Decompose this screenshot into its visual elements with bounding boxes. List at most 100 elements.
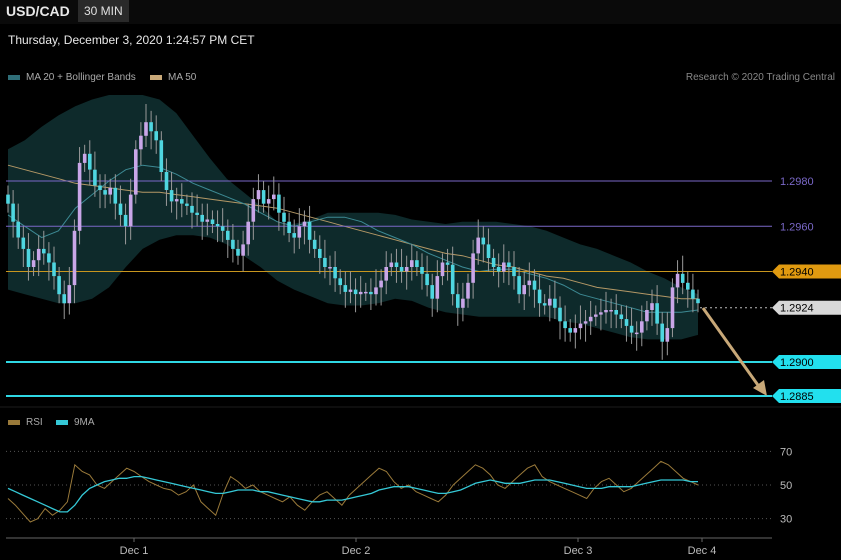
- candle: [486, 244, 491, 258]
- candle: [164, 171, 169, 190]
- candle: [195, 212, 199, 215]
- candle: [542, 303, 547, 306]
- candle: [77, 162, 82, 231]
- candle: [471, 253, 475, 283]
- x-tick-label: Dec 4: [688, 545, 717, 557]
- candle: [629, 325, 634, 333]
- candle: [307, 221, 312, 240]
- candle: [619, 314, 624, 319]
- rsi-series-rsi: [7, 460, 699, 523]
- candle: [522, 285, 526, 295]
- candle: [256, 190, 261, 200]
- candle: [297, 226, 302, 238]
- candle: [26, 248, 31, 267]
- candle: [52, 262, 56, 277]
- candle: [384, 267, 388, 281]
- candle: [236, 248, 240, 256]
- candle: [461, 298, 465, 308]
- rsi-tick-label: 50: [780, 480, 792, 492]
- candle: [394, 262, 399, 267]
- candle: [696, 298, 700, 304]
- candle: [496, 267, 501, 272]
- candle: [502, 262, 506, 272]
- candle: [665, 328, 670, 342]
- candle: [614, 310, 618, 315]
- candle: [261, 190, 266, 204]
- candle: [686, 282, 690, 290]
- candle: [476, 237, 480, 254]
- candle: [404, 267, 409, 272]
- candle: [200, 214, 204, 222]
- candle: [507, 262, 511, 267]
- x-tick-label: Dec 2: [342, 545, 371, 557]
- candle: [358, 291, 363, 295]
- candle: [680, 273, 685, 283]
- candle: [128, 194, 133, 227]
- candle: [599, 312, 603, 315]
- candle: [328, 267, 332, 269]
- candle: [558, 307, 562, 322]
- candle: [292, 233, 296, 238]
- candle: [21, 237, 26, 249]
- candle: [118, 203, 123, 215]
- candle: [190, 205, 194, 213]
- candle: [670, 287, 675, 329]
- candle: [548, 298, 552, 306]
- candle: [333, 267, 337, 279]
- candle: [410, 260, 414, 267]
- candle: [302, 221, 307, 227]
- x-tick-label: Dec 1: [120, 545, 149, 557]
- candle: [645, 310, 649, 322]
- candle: [123, 214, 128, 227]
- level-label: 1.2940: [780, 267, 814, 279]
- forecast-arrow: [701, 307, 762, 389]
- candle: [491, 257, 496, 267]
- candle: [650, 303, 654, 310]
- candle: [466, 282, 470, 299]
- candle: [312, 239, 317, 249]
- candle: [430, 285, 434, 299]
- candle: [594, 314, 598, 317]
- candle: [11, 203, 15, 222]
- candle: [72, 230, 77, 286]
- candle: [369, 291, 373, 295]
- candle: [108, 187, 112, 195]
- candle: [578, 323, 583, 329]
- candle: [563, 321, 567, 329]
- candle: [113, 187, 118, 204]
- candle: [512, 267, 516, 277]
- candle: [323, 257, 327, 267]
- rsi-tick-label: 30: [780, 514, 792, 526]
- candle: [47, 253, 51, 263]
- candle: [343, 285, 348, 292]
- candle: [553, 298, 557, 308]
- candle: [139, 135, 143, 150]
- candle: [660, 323, 664, 342]
- candle: [82, 153, 87, 163]
- candle: [282, 212, 286, 222]
- candle: [180, 199, 184, 204]
- candle: [415, 260, 419, 267]
- candle: [624, 319, 629, 326]
- price-chart[interactable]: 1.2980 1.2960 1.2940 1.2924 1.2900 1.2885 70 50…: [0, 0, 841, 560]
- candle: [103, 190, 107, 195]
- candle: [527, 280, 532, 286]
- candle: [532, 280, 537, 290]
- candle: [517, 276, 521, 295]
- candle: [210, 219, 215, 224]
- level-label: 1.2900: [780, 357, 814, 369]
- candle: [98, 185, 102, 190]
- candle: [220, 226, 225, 231]
- candle: [583, 321, 588, 324]
- candle: [231, 239, 235, 249]
- level-label: 1.2924: [780, 303, 814, 315]
- candle: [241, 244, 245, 256]
- candle: [174, 199, 179, 202]
- candle: [338, 278, 342, 286]
- candle: [251, 199, 256, 222]
- level-label: 1.2980: [780, 176, 814, 188]
- candle: [588, 316, 593, 322]
- candle: [88, 153, 92, 170]
- candle: [16, 221, 20, 238]
- candle: [144, 122, 148, 136]
